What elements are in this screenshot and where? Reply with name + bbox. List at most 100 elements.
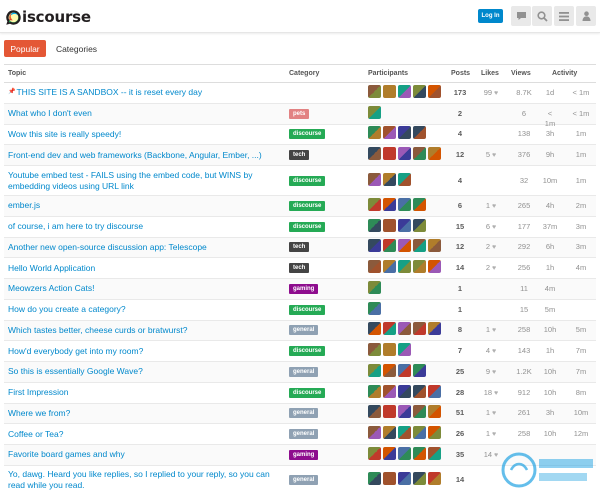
- topic-title-link[interactable]: Where we from?: [8, 404, 280, 424]
- participant-avatar[interactable]: [398, 322, 411, 336]
- participant-avatar[interactable]: [413, 405, 426, 419]
- participant-avatar[interactable]: [368, 384, 381, 398]
- activity-created[interactable]: 10h: [542, 325, 558, 335]
- participant-avatar[interactable]: [368, 363, 381, 377]
- activity-created[interactable]: 10h: [542, 367, 558, 377]
- topic-row[interactable]: Where we from? general 51 1 ♥ 261 3h 10m: [4, 403, 596, 425]
- posts-count[interactable]: 35: [451, 450, 469, 460]
- participant-avatar[interactable]: [383, 197, 396, 211]
- category-badge[interactable]: general: [289, 429, 319, 440]
- participant-avatar[interactable]: [368, 84, 381, 98]
- category-badge[interactable]: discourse: [289, 304, 326, 315]
- participant-avatar[interactable]: [383, 343, 396, 357]
- category-badge[interactable]: discourse: [289, 129, 326, 140]
- participant-avatar[interactable]: [368, 197, 381, 211]
- topic-title-link[interactable]: Another new open-source discussion app: …: [8, 238, 280, 258]
- participant-avatar[interactable]: [368, 343, 381, 357]
- participant-avatar[interactable]: [428, 260, 441, 274]
- topic-row[interactable]: First Impression discourse 28 18 ♥ 912 10h 8m: [4, 383, 596, 404]
- topic-title-text[interactable]: So this is essentially Google Wave?: [8, 366, 143, 377]
- participant-avatar[interactable]: [368, 218, 381, 232]
- posts-count[interactable]: 8: [451, 325, 469, 335]
- participant-avatar[interactable]: [383, 426, 396, 440]
- topic-title-link[interactable]: ember.js: [8, 196, 280, 216]
- participant-avatar[interactable]: [413, 472, 426, 486]
- participant-avatar[interactable]: [413, 84, 426, 98]
- posts-count[interactable]: 1: [451, 284, 469, 294]
- activity-created[interactable]: 5m: [542, 305, 558, 315]
- participant-avatar[interactable]: [413, 384, 426, 398]
- activity-created[interactable]: 3h: [542, 129, 558, 139]
- participant-avatar[interactable]: [413, 363, 426, 377]
- participant-avatar[interactable]: [413, 147, 426, 161]
- topic-title-text[interactable]: THIS SITE IS A SANDBOX -- it is reset ev…: [16, 87, 202, 98]
- participant-avatar[interactable]: [413, 239, 426, 253]
- topic-row[interactable]: Hello World Application tech 14 2 ♥ 256 1h 4m: [4, 258, 596, 279]
- participant-avatar[interactable]: [398, 260, 411, 274]
- participant-avatar[interactable]: [368, 260, 381, 274]
- topic-title-link[interactable]: Wow this site is really speedy!: [8, 125, 280, 145]
- participant-avatar[interactable]: [383, 172, 396, 186]
- topic-row[interactable]: Youtube embed test - FAILS using the emb…: [4, 166, 596, 196]
- topic-title-text[interactable]: Favorite board games and why: [8, 449, 125, 460]
- activity-last[interactable]: 10m: [569, 408, 593, 418]
- topic-title-text[interactable]: Youtube embed test - FAILS using the emb…: [8, 170, 280, 192]
- participant-avatar[interactable]: [398, 147, 411, 161]
- participant-avatar[interactable]: [383, 446, 396, 460]
- topic-title-text[interactable]: ember.js: [8, 200, 40, 211]
- topic-title-text[interactable]: Yo, dawg. Heard you like replies, so I r…: [8, 469, 280, 491]
- column-topic[interactable]: Topic: [8, 70, 26, 77]
- posts-count[interactable]: 51: [451, 408, 469, 418]
- category-badge[interactable]: general: [289, 325, 319, 336]
- participant-avatar[interactable]: [383, 147, 396, 161]
- activity-created[interactable]: 10m: [542, 176, 558, 186]
- column-posts[interactable]: Posts: [451, 70, 470, 77]
- activity-last[interactable]: 3m: [569, 242, 593, 252]
- posts-count[interactable]: 173: [451, 88, 469, 98]
- participant-avatar[interactable]: [398, 405, 411, 419]
- activity-last[interactable]: < 1m: [569, 88, 593, 98]
- participant-avatar[interactable]: [398, 384, 411, 398]
- activity-last[interactable]: 4m: [569, 263, 593, 273]
- participant-avatar[interactable]: [428, 446, 441, 460]
- topic-row[interactable]: Another new open-source discussion app: …: [4, 237, 596, 259]
- participant-avatar[interactable]: [398, 126, 411, 140]
- activity-created[interactable]: 10h: [542, 388, 558, 398]
- participant-avatar[interactable]: [383, 322, 396, 336]
- category-badge[interactable]: general: [289, 408, 319, 419]
- topic-title-text[interactable]: How do you create a category?: [8, 304, 126, 315]
- topic-title-text[interactable]: How'd everybody get into my room?: [8, 346, 143, 357]
- site-logo[interactable]: iscourse: [5, 7, 91, 27]
- participant-avatar[interactable]: [383, 405, 396, 419]
- topic-title-link[interactable]: What who I don't even: [8, 104, 280, 124]
- chat-button[interactable]: [511, 6, 531, 26]
- topic-title-link[interactable]: of course, i am here to try discourse: [8, 217, 280, 237]
- topic-title-text[interactable]: Meowzers Action Cats!: [8, 283, 94, 294]
- activity-last[interactable]: 12m: [569, 429, 593, 439]
- activity-last[interactable]: 2m: [569, 201, 593, 211]
- category-badge[interactable]: general: [289, 475, 319, 486]
- category-badge[interactable]: gaming: [289, 449, 319, 460]
- tab-popular[interactable]: Popular: [4, 40, 46, 57]
- posts-count[interactable]: 12: [451, 150, 469, 160]
- posts-count[interactable]: 12: [451, 242, 469, 252]
- participant-avatar[interactable]: [428, 322, 441, 336]
- category-badge[interactable]: discourse: [289, 346, 326, 357]
- category-badge[interactable]: discourse: [289, 387, 326, 398]
- login-button[interactable]: Log In: [478, 9, 503, 23]
- activity-last[interactable]: 7m: [569, 367, 593, 377]
- participant-avatar[interactable]: [413, 446, 426, 460]
- user-button[interactable]: [576, 6, 596, 26]
- topic-title-text[interactable]: Coffee or Tea?: [8, 429, 63, 440]
- participant-avatar[interactable]: [428, 426, 441, 440]
- activity-last[interactable]: 5m: [569, 325, 593, 335]
- topic-title-link[interactable]: Coffee or Tea?: [8, 424, 280, 444]
- topic-title-link[interactable]: Youtube embed test - FAILS using the emb…: [8, 166, 280, 195]
- topic-title-link[interactable]: Yo, dawg. Heard you like replies, so I r…: [8, 466, 280, 494]
- search-button[interactable]: [532, 6, 552, 26]
- participant-avatar[interactable]: [398, 239, 411, 253]
- participant-avatar[interactable]: [383, 384, 396, 398]
- activity-last[interactable]: 1m: [569, 129, 593, 139]
- column-views[interactable]: Views: [511, 70, 531, 77]
- participant-avatar[interactable]: [398, 472, 411, 486]
